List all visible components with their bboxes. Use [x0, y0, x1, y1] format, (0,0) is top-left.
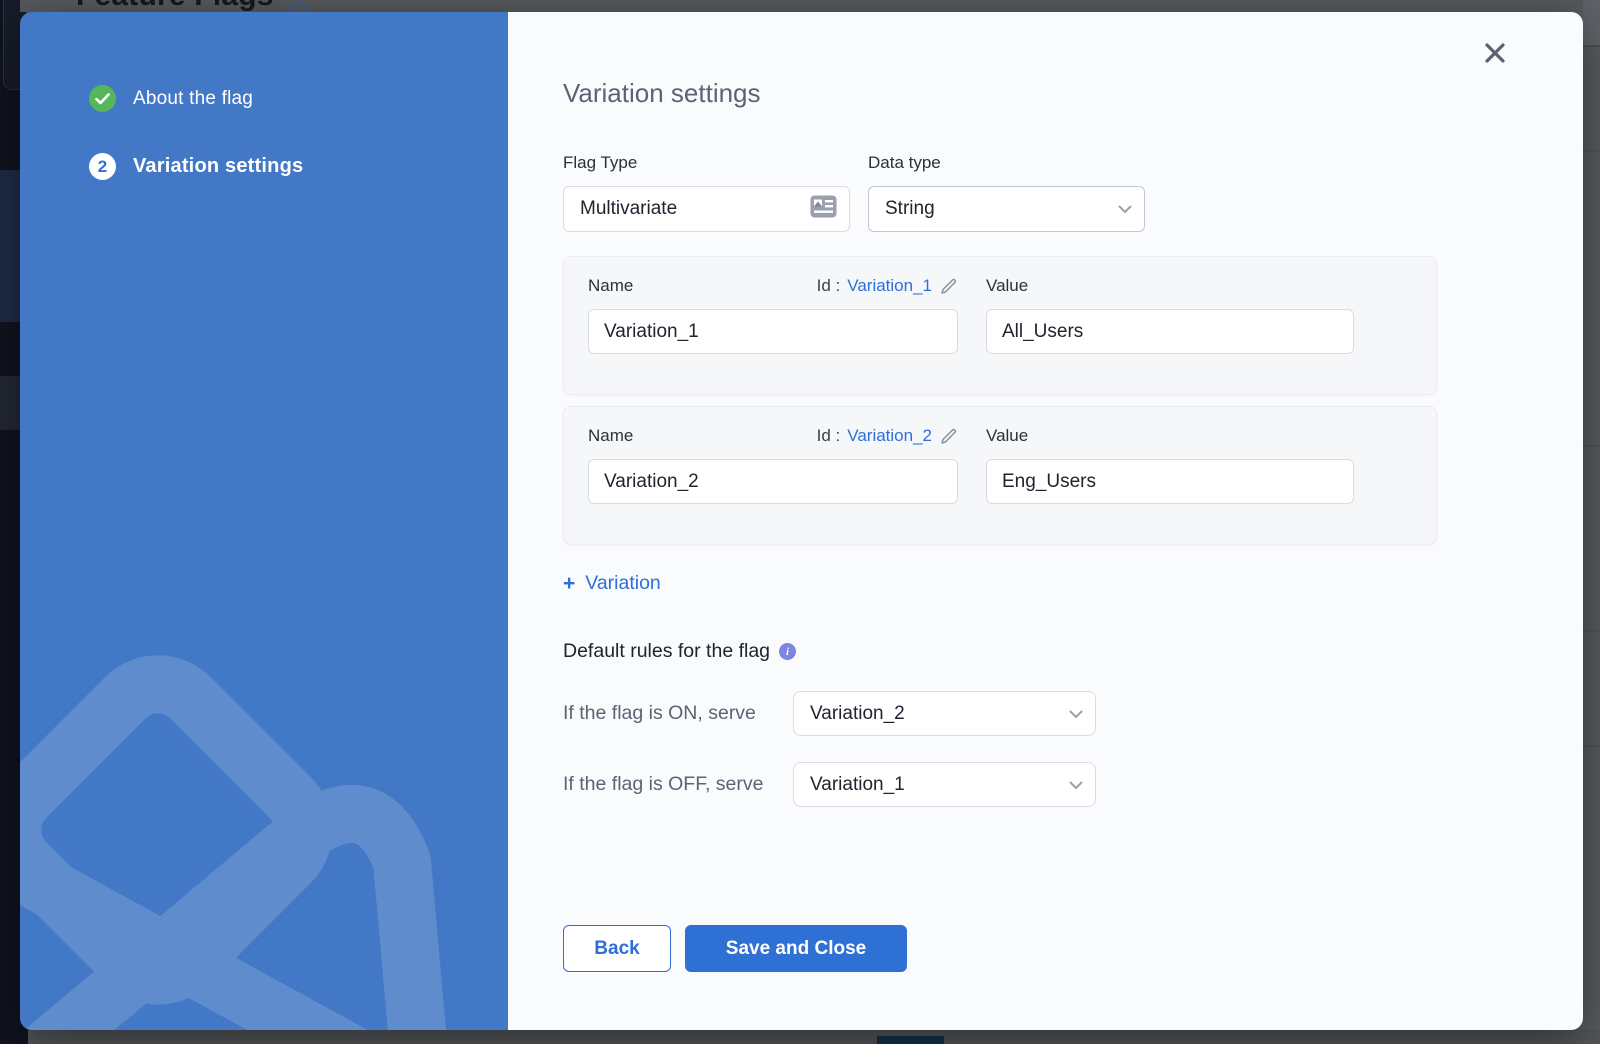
data-type-label: Data type [868, 153, 1145, 173]
dialog-title: Variation settings [563, 78, 1583, 109]
rule-on-select[interactable]: Variation_2 [793, 691, 1096, 736]
brand-watermark-icon [20, 470, 508, 1030]
flag-type-field: Flag Type Multivariate [563, 153, 850, 232]
wizard-steps: About the flag 2 Variation settings [20, 12, 508, 180]
multivariate-card-icon [810, 195, 837, 224]
default-rules-heading-row: Default rules for the flag i [563, 640, 1583, 663]
dialog-actions: Back Save and Close [563, 925, 1583, 972]
backdrop-divider [1583, 45, 1600, 47]
steps-panel: About the flag 2 Variation settings [20, 12, 508, 1030]
rule-off-selected-value: Variation_1 [810, 774, 905, 796]
rule-off-label: If the flag is OFF, serve [563, 762, 778, 798]
step-number-badge: 2 [89, 153, 116, 180]
backdrop-table-edge [1583, 0, 1600, 1044]
rule-off-row: If the flag is OFF, serve Variation_1 [563, 762, 1583, 807]
type-fields-row: Flag Type Multivariate [563, 153, 1583, 232]
backdrop-app-sidebar [0, 0, 20, 1044]
back-button[interactable]: Back [563, 925, 671, 972]
value-label: Value [986, 276, 1028, 296]
rule-on-selected-value: Variation_2 [810, 703, 905, 725]
save-and-close-button[interactable]: Save and Close [685, 925, 907, 972]
variation-card-2: Name Id : Variation_2 Value [563, 406, 1437, 545]
data-type-select[interactable]: String [868, 186, 1145, 232]
variation-id-group: Id : Variation_1 [817, 276, 958, 296]
info-icon: i [779, 643, 796, 660]
id-prefix: Id : [817, 426, 841, 446]
step-label: Variation settings [133, 155, 303, 178]
variation-id-link[interactable]: Variation_2 [847, 426, 932, 446]
value-label: Value [986, 426, 1028, 446]
backdrop-divider [1583, 150, 1600, 152]
flag-type-value: Multivariate [563, 186, 850, 232]
step-label: About the flag [133, 88, 253, 110]
variation-card-header: Name Id : Variation_2 Value [588, 426, 1412, 504]
variation-id-group: Id : Variation_2 [817, 426, 958, 446]
backdrop-row [1583, 0, 1600, 45]
step-about-the-flag[interactable]: About the flag [89, 85, 508, 112]
add-variation-label: Variation [585, 572, 661, 595]
backdrop-sidebar-item [0, 376, 20, 430]
backdrop-page-header: Feature Flags i [20, 0, 1600, 12]
variation-settings-content: Variation settings Flag Type Multivariat… [508, 12, 1583, 1030]
chevron-down-icon [1118, 198, 1132, 220]
backdrop-bottom-widget [877, 1036, 944, 1044]
variation-name-input[interactable] [588, 459, 958, 504]
id-prefix: Id : [817, 276, 841, 296]
rule-on-label: If the flag is ON, serve [563, 691, 793, 727]
backdrop-bottom-strip [28, 1030, 1600, 1044]
backdrop-sidebar-active-item [0, 170, 20, 322]
variation-card-header: Name Id : Variation_1 Value [588, 276, 1412, 354]
backdrop-page-title: Feature Flags [76, 0, 274, 12]
flag-type-label: Flag Type [563, 153, 850, 173]
backdrop-divider [1583, 630, 1600, 632]
flag-type-text: Multivariate [580, 198, 677, 220]
plus-icon: + [563, 573, 575, 594]
variation-value-input[interactable] [986, 459, 1354, 504]
add-variation-button[interactable]: + Variation [563, 572, 661, 595]
backdrop-divider [1583, 445, 1600, 447]
variation-settings-modal: About the flag 2 Variation settings Vari… [20, 12, 1583, 1030]
step-complete-check-icon [89, 85, 116, 112]
variation-id-link[interactable]: Variation_1 [847, 276, 932, 296]
name-label: Name [588, 276, 633, 296]
info-icon: i [288, 2, 307, 12]
variation-value-input[interactable] [986, 309, 1354, 354]
backdrop-divider [1583, 745, 1600, 747]
variation-name-input[interactable] [588, 309, 958, 354]
edit-pencil-icon[interactable] [939, 427, 958, 446]
close-icon[interactable] [1481, 40, 1509, 68]
step-variation-settings[interactable]: 2 Variation settings [89, 153, 508, 180]
edit-pencil-icon[interactable] [939, 277, 958, 296]
data-type-selected-value: String [885, 198, 935, 220]
default-rules-heading: Default rules for the flag [563, 640, 770, 663]
name-label: Name [588, 426, 633, 446]
chevron-down-icon [1069, 774, 1083, 796]
chevron-down-icon [1069, 703, 1083, 725]
rule-on-row: If the flag is ON, serve Variation_2 [563, 691, 1583, 736]
variation-card-1: Name Id : Variation_1 Value [563, 256, 1437, 395]
data-type-field: Data type String [868, 153, 1145, 232]
rule-off-select[interactable]: Variation_1 [793, 762, 1096, 807]
